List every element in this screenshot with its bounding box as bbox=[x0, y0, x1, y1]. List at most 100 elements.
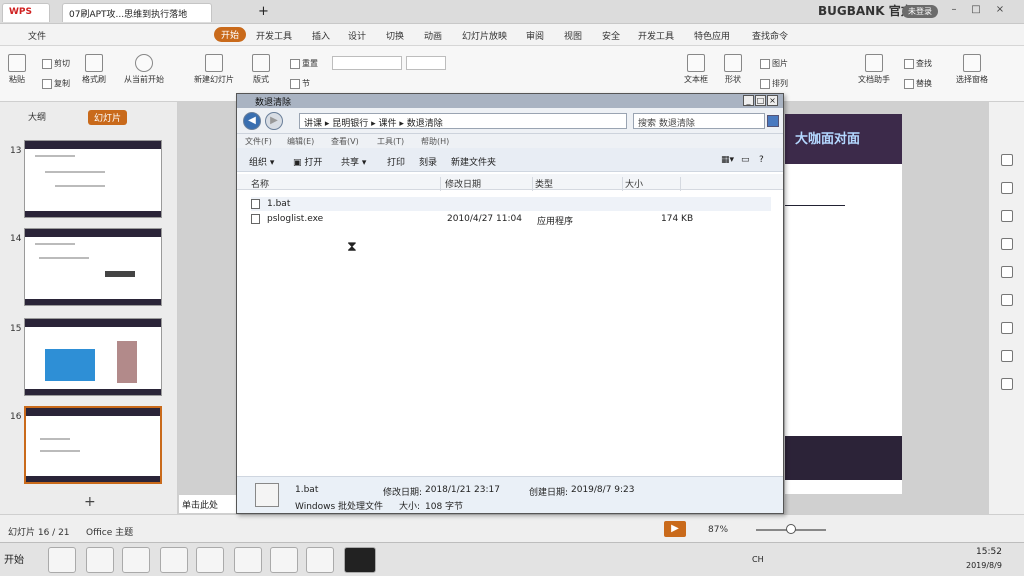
textbox-button[interactable]: 文本框 bbox=[684, 54, 708, 85]
menu-view[interactable]: 查看(V) bbox=[331, 136, 359, 147]
select-pane-button[interactable]: 选择窗格 bbox=[956, 54, 988, 85]
new-slide-button[interactable]: 新建幻灯片 bbox=[194, 54, 234, 85]
tool-icon[interactable] bbox=[1001, 238, 1013, 250]
explorer-maximize-icon[interactable]: □ bbox=[755, 95, 766, 106]
print-button[interactable]: 打印 bbox=[387, 155, 405, 168]
tool-icon[interactable] bbox=[1001, 182, 1013, 194]
tab-animation[interactable]: 动画 bbox=[424, 29, 442, 42]
tool-icon[interactable] bbox=[1001, 154, 1013, 166]
explorer-close-icon[interactable]: × bbox=[767, 95, 778, 106]
search-input[interactable]: 搜索 数退清除 bbox=[633, 113, 765, 129]
minimize-icon[interactable]: – bbox=[946, 4, 962, 18]
taskbar-app[interactable] bbox=[234, 547, 262, 573]
explorer-title-bar[interactable]: 数退清除 _ □ × bbox=[237, 94, 783, 108]
format-painter-button[interactable]: 格式刷 bbox=[82, 54, 106, 85]
open-button[interactable]: ▣ 打开 bbox=[293, 155, 322, 168]
taskbar-app[interactable] bbox=[270, 547, 298, 573]
tab-devtools-2[interactable]: 开发工具 bbox=[638, 29, 674, 42]
add-slide-icon[interactable]: + bbox=[84, 494, 96, 510]
tool-icon[interactable] bbox=[1001, 322, 1013, 334]
zoom-level[interactable]: 87% bbox=[708, 525, 728, 535]
font-name-field[interactable] bbox=[332, 56, 402, 70]
arrange-button[interactable]: 排列 bbox=[760, 78, 788, 89]
menu-help[interactable]: 帮助(H) bbox=[421, 136, 449, 147]
search-icon[interactable] bbox=[767, 115, 779, 127]
menu-edit[interactable]: 编辑(E) bbox=[287, 136, 314, 147]
share-button[interactable]: 共享 ▾ bbox=[341, 155, 366, 168]
doc-helper-button[interactable]: 文档助手 bbox=[858, 54, 890, 85]
picture-button[interactable]: 图片 bbox=[760, 58, 788, 69]
tool-icon[interactable] bbox=[1001, 350, 1013, 362]
new-folder-button[interactable]: 新建文件夹 bbox=[451, 155, 496, 168]
view-options-icon[interactable]: ▦▾ bbox=[721, 155, 734, 165]
tab-home[interactable]: 开始 bbox=[214, 27, 247, 42]
column-size[interactable]: 大小 bbox=[625, 177, 681, 191]
section-button[interactable]: 节 bbox=[290, 78, 310, 89]
forward-arrow-icon[interactable]: ▶ bbox=[265, 112, 283, 130]
slide-thumbnail-15[interactable] bbox=[24, 318, 162, 396]
taskbar-app[interactable] bbox=[196, 547, 224, 573]
tab-view[interactable]: 视图 bbox=[564, 29, 582, 42]
slideshow-play-icon[interactable]: ▶ bbox=[664, 521, 686, 537]
find-button[interactable]: 查找 bbox=[904, 58, 932, 69]
help-icon[interactable]: ? bbox=[759, 155, 764, 165]
preview-pane-icon[interactable]: ▭ bbox=[741, 155, 750, 165]
tab-insert[interactable]: 插入 bbox=[312, 29, 330, 42]
cut-button[interactable]: 剪切 bbox=[42, 58, 70, 69]
maximize-icon[interactable]: □ bbox=[968, 4, 984, 18]
ime-indicator[interactable]: CH bbox=[752, 555, 764, 564]
close-icon[interactable]: × bbox=[992, 4, 1008, 18]
tab-outline[interactable]: 大纲 bbox=[28, 110, 46, 123]
menu-tools[interactable]: 工具(T) bbox=[377, 136, 404, 147]
user-login-badge[interactable]: 未登录 bbox=[902, 5, 938, 18]
start-button[interactable]: 开始 bbox=[4, 551, 24, 566]
tool-icon[interactable] bbox=[1001, 378, 1013, 390]
tab-features[interactable]: 特色应用 bbox=[694, 29, 730, 42]
back-arrow-icon[interactable]: ◀ bbox=[243, 112, 261, 130]
column-modified[interactable]: 修改日期 bbox=[445, 177, 533, 191]
file-row[interactable]: 1.bat bbox=[251, 197, 771, 211]
taskbar-cmd[interactable] bbox=[344, 547, 376, 573]
column-name[interactable]: 名称 bbox=[251, 177, 441, 191]
explorer-minimize-icon[interactable]: _ bbox=[743, 95, 754, 106]
document-tab[interactable]: 07刷APT攻...思维到执行落地 bbox=[62, 3, 212, 22]
command-search[interactable]: 查找命令 bbox=[752, 29, 788, 42]
tab-slides[interactable]: 幻灯片 bbox=[88, 110, 128, 125]
explorer-window[interactable]: 数退清除 _ □ × ◀ ▶ 讲课 ▸ 昆明银行 ▸ 课件 ▸ 数退清除 搜索 … bbox=[236, 93, 784, 514]
new-tab-icon[interactable]: + bbox=[258, 4, 269, 19]
burn-button[interactable]: 刻录 bbox=[419, 155, 437, 168]
tab-slideshow[interactable]: 幻灯片放映 bbox=[462, 29, 507, 42]
copy-button[interactable]: 复制 bbox=[42, 78, 70, 89]
notes-pane[interactable]: 单击此处 bbox=[178, 494, 238, 514]
taskbar-app[interactable] bbox=[306, 547, 334, 573]
zoom-slider-thumb[interactable] bbox=[786, 524, 796, 534]
play-from-current-button[interactable]: 从当前开始 bbox=[124, 54, 164, 85]
replace-button[interactable]: 替换 bbox=[904, 78, 932, 89]
tab-transition[interactable]: 切换 bbox=[386, 29, 404, 42]
tab-security[interactable]: 安全 bbox=[602, 29, 620, 42]
organize-button[interactable]: 组织 ▾ bbox=[249, 155, 274, 168]
paste-button[interactable]: 粘贴 bbox=[8, 54, 26, 85]
address-field[interactable]: 讲课 ▸ 昆明银行 ▸ 课件 ▸ 数退清除 bbox=[299, 113, 627, 129]
column-type[interactable]: 类型 bbox=[535, 177, 623, 191]
font-format-row[interactable] bbox=[332, 76, 482, 90]
slide-thumbnail-16[interactable] bbox=[24, 406, 162, 484]
menu-file[interactable]: 文件(F) bbox=[245, 136, 272, 147]
tool-icon[interactable] bbox=[1001, 266, 1013, 278]
tab-design[interactable]: 设计 bbox=[348, 29, 366, 42]
tool-icon[interactable] bbox=[1001, 294, 1013, 306]
font-size-field[interactable] bbox=[406, 56, 446, 70]
taskbar-app[interactable] bbox=[86, 547, 114, 573]
wps-home-tab[interactable]: WPS bbox=[2, 3, 50, 22]
paragraph-format-row[interactable] bbox=[500, 56, 660, 70]
shapes-button[interactable]: 形状 bbox=[724, 54, 742, 85]
taskbar-app-wps[interactable] bbox=[122, 547, 150, 573]
tab-devtools[interactable]: 开发工具 bbox=[256, 29, 292, 42]
tool-icon[interactable] bbox=[1001, 210, 1013, 222]
tab-file[interactable]: 文件 bbox=[28, 29, 46, 42]
reset-button[interactable]: 重置 bbox=[290, 58, 318, 69]
tab-review[interactable]: 审阅 bbox=[526, 29, 544, 42]
slide-thumbnail-13[interactable] bbox=[24, 140, 162, 218]
taskbar-app[interactable] bbox=[160, 547, 188, 573]
layout-button[interactable]: 版式 bbox=[252, 54, 270, 85]
